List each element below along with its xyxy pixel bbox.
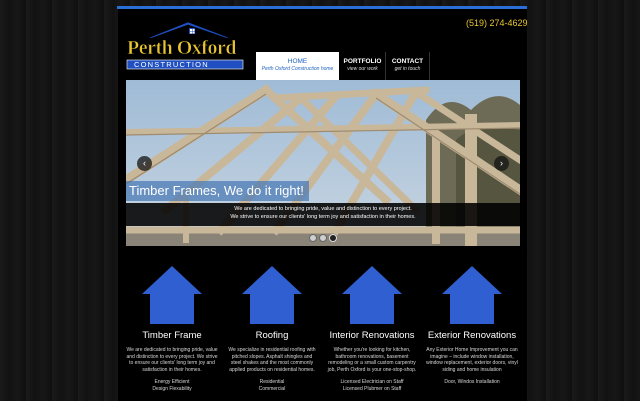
feature-exterior-renovations: Exterior Renovations Any Exterior Home I… — [422, 266, 522, 386]
slider-prev-button[interactable]: ‹ — [137, 156, 152, 171]
slider-pagination — [309, 234, 337, 242]
list-item: Energy Efficient — [154, 379, 190, 386]
slider-dot-2[interactable] — [319, 234, 327, 242]
feature-title: Roofing — [255, 330, 289, 341]
nav-home[interactable]: HOME Perth Oxford Construction home — [256, 52, 339, 80]
list-item: Design Flexability — [152, 386, 192, 393]
site-logo[interactable]: Perth Oxford CONSTRUCTION — [126, 21, 251, 70]
logo-subtitle: CONSTRUCTION — [134, 60, 209, 69]
feature-timber-frame: Timber Frame We are dedicated to bringin… — [122, 266, 222, 393]
nav-contact-label: CONTACT — [391, 58, 424, 65]
chevron-right-icon: › — [500, 158, 503, 168]
house-icon — [142, 266, 202, 324]
house-icon — [442, 266, 502, 324]
feature-title: Exterior Renovations — [427, 330, 517, 341]
nav-home-sub: Perth Oxford Construction home — [261, 66, 334, 72]
slider-caption-text: We are dedicated to bringing pride, valu… — [126, 203, 520, 226]
nav-portfolio[interactable]: PORTFOLIO view our work — [340, 52, 386, 80]
list-item: Residential — [259, 379, 285, 386]
nav-contact[interactable]: CONTACT get in touch — [386, 52, 430, 80]
feature-title: Interior Renovations — [329, 330, 415, 341]
feature-list: Residential Commercial — [222, 379, 322, 393]
feature-description: We are dedicated to bringing pride, valu… — [126, 347, 218, 373]
feature-title: Timber Frame — [142, 330, 202, 341]
feature-list: Licensed Electrician on Staff Licensed P… — [322, 379, 422, 393]
house-icon — [242, 266, 302, 324]
slider-dot-1[interactable] — [309, 234, 317, 242]
list-item: Door, Windos Installation — [444, 379, 500, 386]
slider-caption-line1: We are dedicated to bringing pride, valu… — [234, 206, 412, 212]
feature-list: Door, Windos Installation — [422, 379, 522, 386]
feature-interior-renovations: Interior Renovations Whether you're look… — [322, 266, 422, 393]
nav-portfolio-label: PORTFOLIO — [343, 58, 382, 65]
house-icon — [342, 266, 402, 324]
chevron-left-icon: ‹ — [143, 158, 146, 168]
logo-title: Perth Oxford — [127, 37, 237, 60]
slider-dot-3[interactable] — [329, 234, 337, 242]
nav-contact-sub: get in touch — [394, 66, 421, 72]
feature-roofing: Roofing We specialize in residential roo… — [222, 266, 322, 393]
list-item: Licensed Electrician on Staff — [340, 379, 404, 386]
list-item: Commercial — [258, 386, 286, 393]
feature-description: We specialize in residential roofing wit… — [228, 347, 316, 373]
nav-home-label: HOME — [287, 58, 308, 65]
feature-list: Energy Efficient Design Flexability — [122, 379, 222, 393]
feature-description: Whether you're looking for kitchen, bath… — [327, 347, 417, 373]
feature-description: Any Exterior Home Improvement you can im… — [426, 347, 518, 373]
nav-portfolio-sub: view our work — [347, 66, 378, 72]
slider-caption-line2: We strive to ensure our clients' long te… — [230, 213, 416, 220]
phone-number[interactable]: (519) 274-4629 — [466, 18, 528, 28]
slider-caption-title: Timber Frames, We do it right! — [126, 181, 309, 201]
slider-next-button[interactable]: › — [494, 156, 509, 171]
list-item: Licensed Plubmer on Staff — [342, 386, 402, 393]
